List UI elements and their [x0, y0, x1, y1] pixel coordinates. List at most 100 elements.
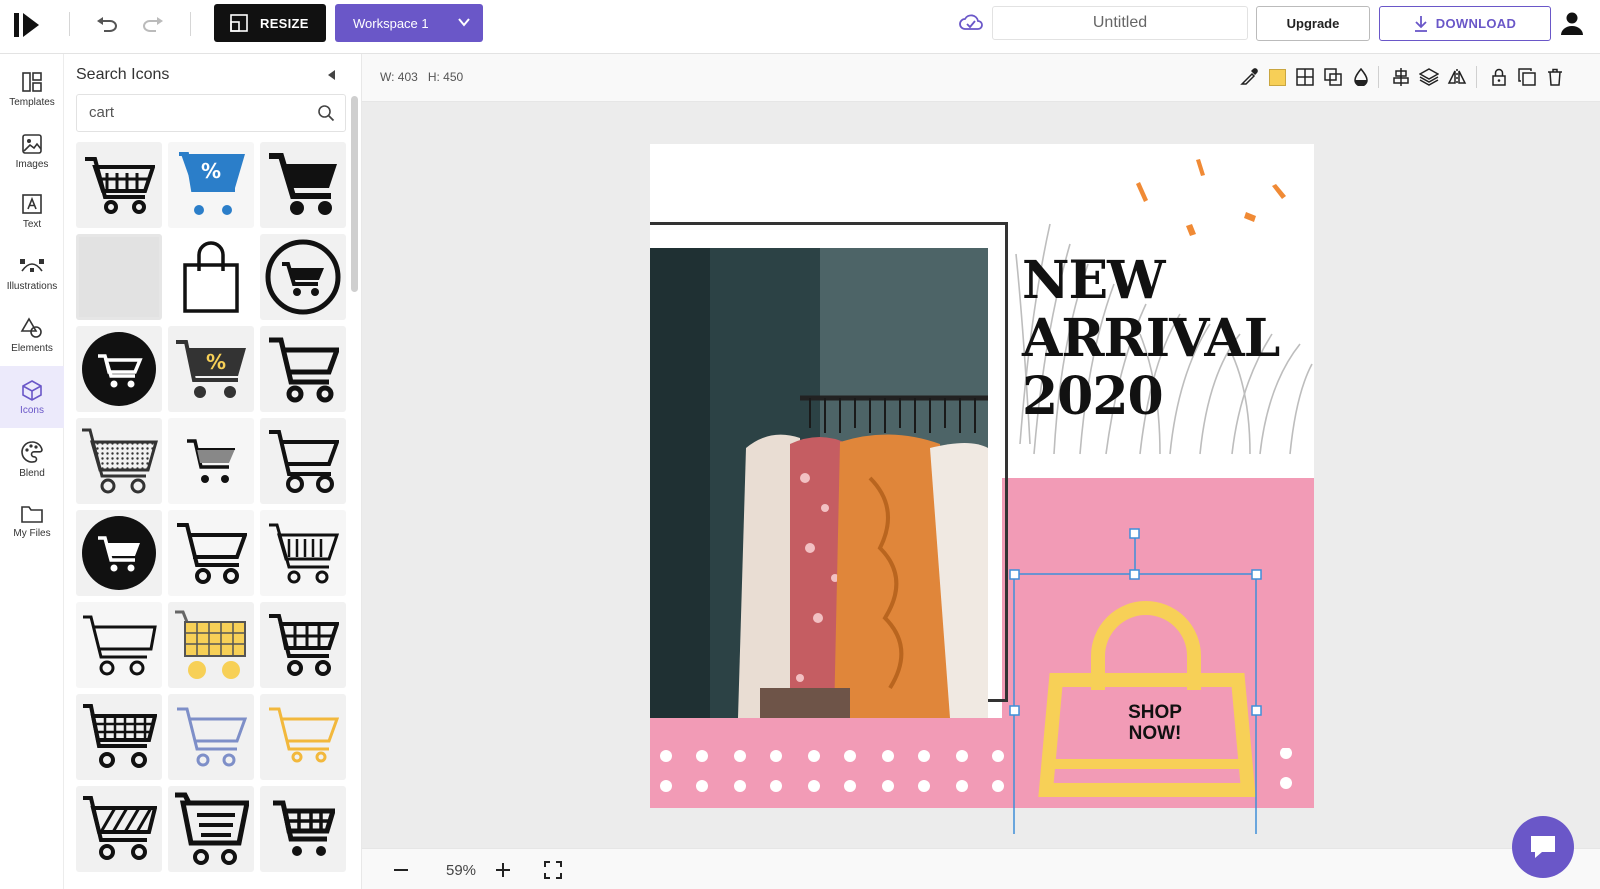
blend-icon: [21, 440, 43, 463]
result-tile[interactable]: [76, 326, 162, 412]
align-icon[interactable]: [1390, 66, 1412, 88]
rail-label: Icons: [20, 404, 44, 416]
shopping-cart-icon: [85, 157, 155, 214]
result-tile[interactable]: [168, 602, 254, 688]
outline-cart-icon: [269, 337, 339, 403]
headline-line: NEW: [1022, 250, 1166, 311]
result-tile[interactable]: [76, 510, 162, 596]
rail-label: Elements: [11, 342, 53, 354]
fullscreen-icon[interactable]: [542, 859, 564, 881]
shopping-bag-icon: [183, 241, 239, 313]
result-tile[interactable]: [76, 142, 162, 228]
search-input[interactable]: [77, 95, 297, 129]
result-tile[interactable]: [260, 234, 346, 320]
zoom-in-icon[interactable]: [492, 859, 514, 881]
result-tile[interactable]: [260, 694, 346, 780]
text-icon: [22, 193, 42, 214]
selection-box[interactable]: [1002, 524, 1262, 844]
layers-icon[interactable]: [1418, 66, 1440, 88]
headline-text[interactable]: NEW ARRIVAL 2020: [1022, 250, 1280, 426]
result-tile[interactable]: [168, 694, 254, 780]
result-tile[interactable]: [260, 142, 346, 228]
svg-text:%: %: [206, 350, 226, 374]
rail-label: Blend: [19, 467, 45, 479]
rail-item-images[interactable]: Images: [0, 120, 64, 182]
download-button[interactable]: DOWNLOAD: [1379, 6, 1551, 41]
result-tile[interactable]: [76, 234, 162, 320]
rail-label: My Files: [13, 527, 51, 539]
arrange-icon[interactable]: [1322, 66, 1344, 88]
result-tile[interactable]: [260, 786, 346, 872]
divider: [190, 12, 191, 36]
workspace: W: 403 H: 450 NEW ARRIVAL 2020 SHOP NOW!…: [362, 54, 1600, 889]
clothing-rack-photo[interactable]: [650, 248, 988, 718]
editor-app: RESIZE Workspace 1 Untitled Upgrade DOWN…: [0, 0, 1600, 889]
resize-button[interactable]: RESIZE: [214, 4, 326, 42]
left-nav-rail: Templates Images Text Illustrations Elem…: [0, 54, 64, 889]
dimensions-readout: W: 403 H: 450: [380, 70, 463, 84]
result-tile[interactable]: [168, 786, 254, 872]
eyedropper-icon[interactable]: [1238, 66, 1260, 88]
rail-item-illustrations[interactable]: Illustrations: [0, 242, 64, 304]
black-circle-cart-icon: [82, 332, 156, 406]
resize-icon: [230, 14, 248, 32]
result-tile[interactable]: %: [168, 326, 254, 412]
yellow-outline-cart-icon: [269, 707, 339, 763]
user-account-icon[interactable]: [1559, 10, 1585, 41]
result-tile[interactable]: [260, 418, 346, 504]
bold-cart-icon: [273, 800, 335, 856]
result-tile[interactable]: [168, 418, 254, 504]
rail-label: Templates: [9, 96, 55, 108]
opacity-icon[interactable]: [1350, 66, 1372, 88]
placeholder-icon: [79, 237, 159, 317]
fill-color-swatch[interactable]: [1266, 66, 1288, 88]
rail-item-templates[interactable]: Templates: [0, 58, 64, 120]
result-tile[interactable]: [260, 326, 346, 412]
result-tile[interactable]: %: [168, 142, 254, 228]
zoom-level: 59%: [446, 862, 477, 879]
line-cart-icon: [83, 615, 157, 676]
rail-item-icons[interactable]: Icons: [0, 366, 64, 428]
download-label: DOWNLOAD: [1435, 16, 1517, 31]
chat-icon: [1531, 836, 1555, 858]
result-tile[interactable]: [76, 418, 162, 504]
rail-item-text[interactable]: Text: [0, 180, 64, 242]
result-tile[interactable]: [168, 234, 254, 320]
result-tile[interactable]: [260, 510, 346, 596]
result-tile[interactable]: [260, 602, 346, 688]
undo-icon[interactable]: [92, 9, 122, 39]
zoom-out-icon[interactable]: [390, 859, 412, 881]
flip-icon[interactable]: [1446, 66, 1468, 88]
result-tile[interactable]: [168, 510, 254, 596]
lock-icon[interactable]: [1488, 66, 1510, 88]
result-tile[interactable]: [76, 694, 162, 780]
result-tile[interactable]: [76, 602, 162, 688]
workspace-dropdown[interactable]: Workspace 1: [335, 4, 483, 42]
search-icon[interactable]: [317, 104, 335, 122]
top-bar: RESIZE Workspace 1 Untitled Upgrade DOWN…: [0, 0, 1600, 54]
document-title-input[interactable]: Untitled: [992, 6, 1248, 40]
icons-icon: [22, 379, 42, 401]
black-circle-cart-alt-icon: [82, 516, 156, 590]
resize-label: RESIZE: [260, 15, 309, 31]
outline-cart-wheels-icon: [269, 430, 339, 493]
redo-icon[interactable]: [138, 9, 168, 39]
elements-icon: [20, 316, 42, 338]
headline-line: ARRIVAL: [1022, 308, 1280, 369]
filled-cart-icon: [269, 153, 337, 215]
collapse-panel-icon[interactable]: [326, 68, 336, 86]
panel-scrollbar[interactable]: [351, 96, 358, 292]
result-tile[interactable]: [76, 786, 162, 872]
search-box: [76, 94, 346, 132]
rail-item-blend[interactable]: Blend: [0, 428, 64, 490]
rail-label: Illustrations: [6, 280, 58, 292]
duplicate-icon[interactable]: [1516, 66, 1538, 88]
templates-icon: [22, 71, 42, 92]
app-logo[interactable]: [12, 9, 46, 43]
chat-support-button[interactable]: [1512, 816, 1574, 878]
trash-icon[interactable]: [1544, 66, 1566, 88]
rail-item-elements[interactable]: Elements: [0, 304, 64, 366]
rail-item-my-files[interactable]: My Files: [0, 490, 64, 552]
crop-grid-icon[interactable]: [1294, 66, 1316, 88]
upgrade-button[interactable]: Upgrade: [1256, 6, 1370, 41]
